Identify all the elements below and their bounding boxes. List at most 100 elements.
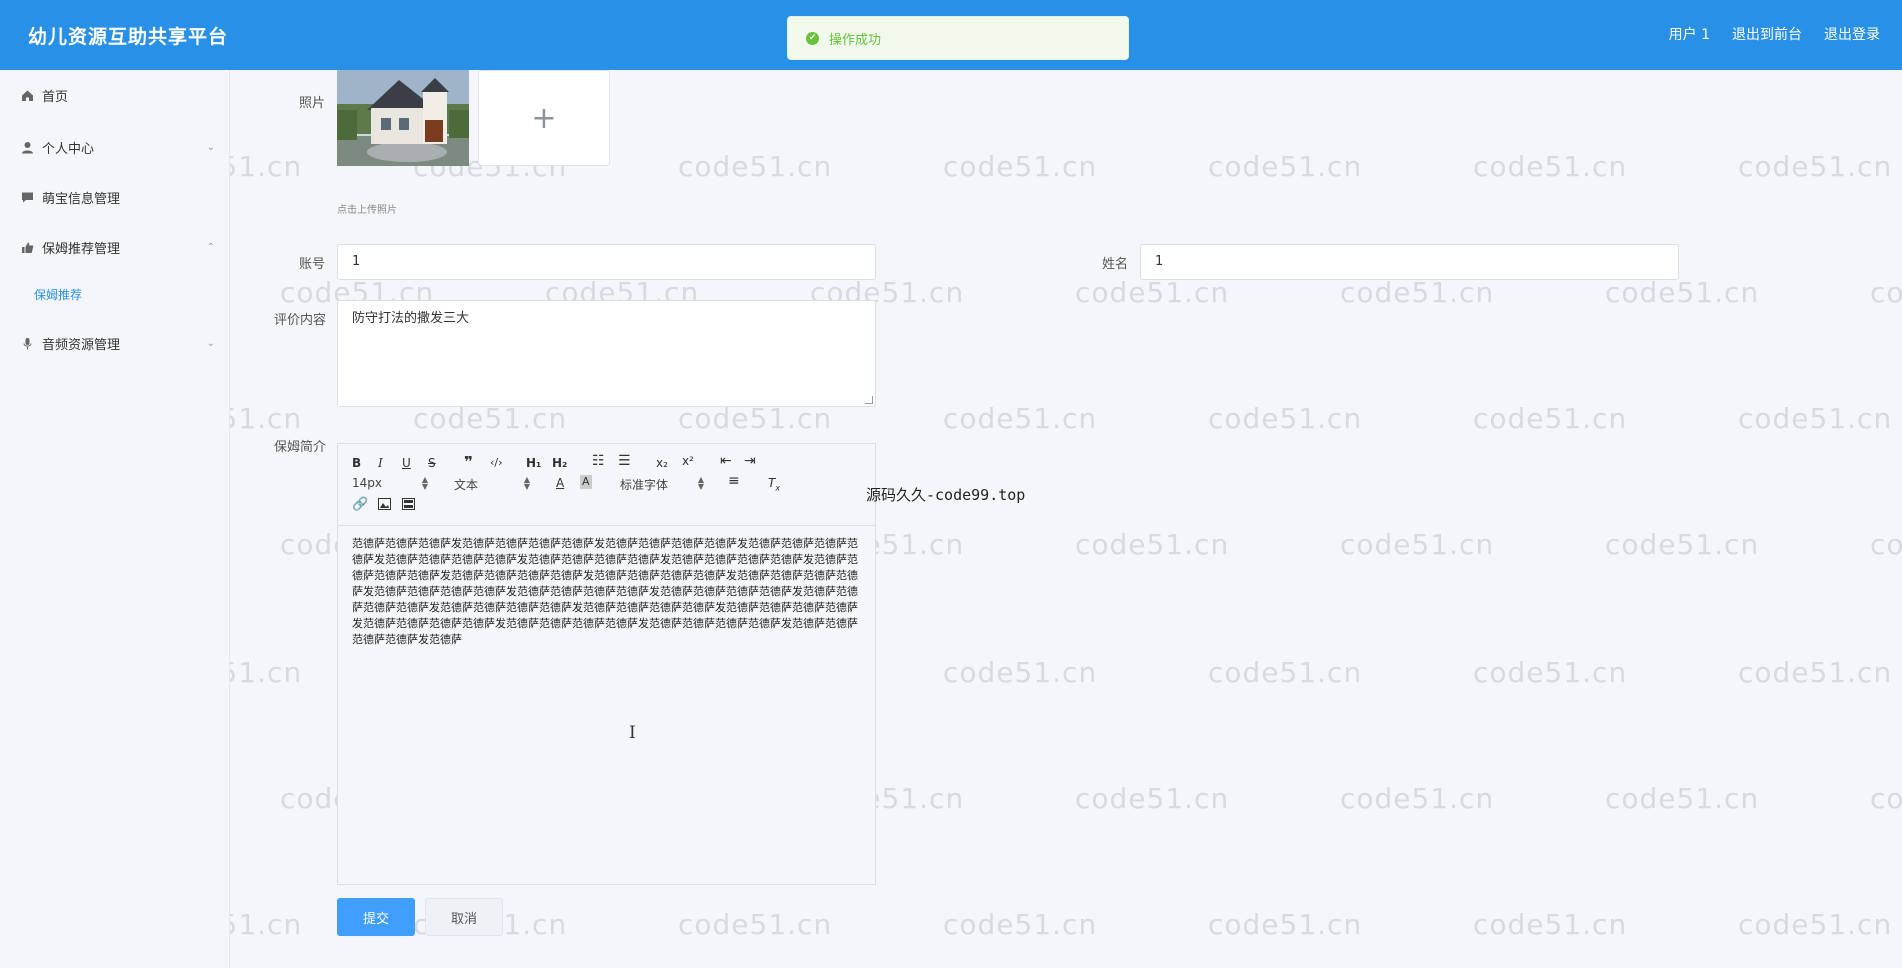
watermark-text: code51.cn	[678, 150, 833, 183]
sidebar-item-label: 音频资源管理	[42, 338, 121, 353]
watermark-text: code51.cn	[1208, 402, 1363, 435]
sidebar-item-nanny-recommend[interactable]: 保姆推荐管理 ⌃	[20, 238, 215, 257]
watermark-text: code51.cn	[943, 150, 1098, 183]
watermark-text: code51.cn	[1738, 656, 1893, 689]
photo-label: 照片	[298, 96, 325, 111]
review-textarea[interactable]: 防守打法的撒发三大	[337, 300, 876, 407]
watermark-text: code51.cn	[1075, 782, 1230, 815]
font-color-icon[interactable]: A	[556, 476, 564, 490]
watermark-text: code51.cn	[1340, 276, 1495, 309]
clear-format-icon[interactable]: Tx	[768, 476, 780, 495]
account-label: 账号	[298, 257, 325, 272]
chevron-down-icon: ⌄	[206, 142, 215, 153]
editor-toolbar: B I U S ❞ ‹/› H₁ H₂ ☷ ☰ x₂ x² ⇤ ⇥ 14px ▲…	[338, 444, 875, 526]
superscript-icon[interactable]: x²	[682, 454, 694, 468]
plus-icon: +	[531, 100, 557, 136]
ordered-list-icon[interactable]: ☷	[592, 454, 605, 468]
heading2-icon[interactable]: H₂	[552, 456, 567, 470]
chevron-up-icon: ⌃	[206, 242, 215, 253]
bullet-list-icon[interactable]: ☰	[618, 454, 631, 468]
font-size-select[interactable]: 14px ▲ ▼	[352, 475, 428, 491]
underline-icon[interactable]: U	[402, 456, 411, 470]
select-caret-icon: ▲ ▼	[421, 475, 428, 491]
rich-text-editor: B I U S ❞ ‹/› H₁ H₂ ☷ ☰ x₂ x² ⇤ ⇥ 14px ▲…	[337, 443, 876, 885]
sidebar-item-personal-center[interactable]: 个人中心 ⌄	[20, 138, 215, 157]
watermark-text: code51.cn	[1605, 276, 1760, 309]
sidebar-item-baby-info[interactable]: 萌宝信息管理	[20, 188, 215, 207]
watermark-text: code51.cn	[1473, 656, 1628, 689]
house-photo[interactable]	[337, 70, 469, 166]
cancel-button[interactable]: 取消	[425, 898, 503, 936]
user-icon	[20, 141, 34, 155]
strikethrough-icon[interactable]: S	[428, 456, 436, 470]
logout-link[interactable]: 退出登录	[1824, 24, 1880, 44]
mic-icon	[20, 337, 34, 351]
font-family-select[interactable]: 标准字体 ▲ ▼	[620, 476, 704, 493]
user-menu[interactable]: 用户 1	[1669, 24, 1710, 44]
watermark-text: code51.cn	[1605, 782, 1760, 815]
text-type-value: 文本	[454, 478, 479, 492]
success-toast: ✔ 操作成功	[787, 16, 1129, 60]
intro-label: 保姆简介	[273, 440, 326, 455]
sidebar-item-label: 首页	[42, 90, 69, 105]
watermark-text: code51.cn	[678, 908, 833, 941]
font-size-value: 14px	[352, 476, 382, 490]
watermark-text: code51.cn	[1340, 528, 1495, 561]
watermark-text: code51.cn	[1075, 276, 1230, 309]
watermark-text: code51.cn	[1208, 150, 1363, 183]
back-to-front-link[interactable]: 退出到前台	[1732, 24, 1802, 44]
select-caret-icon: ▲ ▼	[697, 475, 704, 491]
submit-button[interactable]: 提交	[337, 898, 415, 936]
watermark-text: code51.cn	[1075, 528, 1230, 561]
resize-handle-icon[interactable]	[865, 396, 873, 404]
watermark-text: code51.cn	[1870, 528, 1902, 561]
name-input[interactable]: 1	[1140, 244, 1679, 280]
upload-hint: 点击上传照片	[337, 205, 397, 216]
chevron-down-icon: ⌄	[206, 338, 215, 349]
select-caret-icon: ▲ ▼	[523, 475, 530, 491]
header-nav: 用户 1 退出到前台 退出登录	[1669, 24, 1880, 44]
editor-content[interactable]: 范德萨范德萨范德萨发范德萨范德萨范德萨范德萨发范德萨范德萨范德萨范德萨发范德萨范…	[352, 536, 862, 648]
watermark-text: code51.cn	[1738, 402, 1893, 435]
bold-icon[interactable]: B	[352, 456, 361, 470]
home-icon	[20, 89, 34, 103]
background-color-icon[interactable]: A	[580, 475, 592, 489]
italic-icon[interactable]: I	[378, 456, 383, 470]
align-icon[interactable]: ≡	[728, 474, 740, 488]
watermark-text: code51.cn	[1208, 656, 1363, 689]
like-icon	[20, 241, 34, 255]
sidebar-subitem-nanny-recommend[interactable]: 保姆推荐	[34, 286, 82, 303]
review-label: 评价内容	[273, 313, 326, 328]
sidebar-item-label: 个人中心	[42, 142, 95, 157]
watermark-text: code51.cn	[1473, 150, 1628, 183]
name-label: 姓名	[1101, 257, 1128, 272]
outdent-icon[interactable]: ⇤	[720, 454, 732, 468]
image-icon[interactable]	[378, 498, 391, 513]
upload-photo-button[interactable]: +	[478, 70, 610, 166]
watermark-text: code51.cn	[1870, 782, 1902, 815]
blockquote-icon[interactable]: ❞	[464, 455, 473, 470]
sidebar-item-audio-resource[interactable]: 音频资源管理 ⌄	[20, 334, 215, 353]
brand-title: 幼儿资源互助共享平台	[28, 26, 229, 48]
indent-icon[interactable]: ⇥	[744, 454, 756, 468]
source-caption: 源码久久-code99.top	[866, 486, 1026, 504]
text-type-select[interactable]: 文本 ▲ ▼	[454, 476, 530, 493]
code-icon[interactable]: ‹/›	[490, 456, 503, 470]
watermark-text: code51.cn	[1340, 782, 1495, 815]
watermark-text: code51.cn	[1473, 402, 1628, 435]
watermark-text: code51.cn	[943, 656, 1098, 689]
heading1-icon[interactable]: H₁	[526, 456, 541, 470]
sidebar: 首页 个人中心 ⌄ 萌宝信息管理 保姆推荐管理 ⌃ 保姆推荐 音频资源管理 ⌄	[0, 70, 230, 968]
toast-text: 操作成功	[829, 32, 882, 48]
review-text: 防守打法的撒发三大	[352, 311, 470, 326]
account-input[interactable]: 1	[337, 244, 876, 280]
watermark-text: code51.cn	[1208, 908, 1363, 941]
check-circle-icon: ✔	[806, 31, 819, 45]
sidebar-item-home[interactable]: 首页	[20, 86, 215, 105]
link-icon[interactable]: 🔗	[352, 498, 368, 512]
watermark-text: code51.cn	[1738, 908, 1893, 941]
video-icon[interactable]	[402, 498, 415, 513]
watermark-text: code51.cn	[943, 908, 1098, 941]
subscript-icon[interactable]: x₂	[656, 456, 668, 470]
watermark-text: code51.cn	[1738, 150, 1893, 183]
